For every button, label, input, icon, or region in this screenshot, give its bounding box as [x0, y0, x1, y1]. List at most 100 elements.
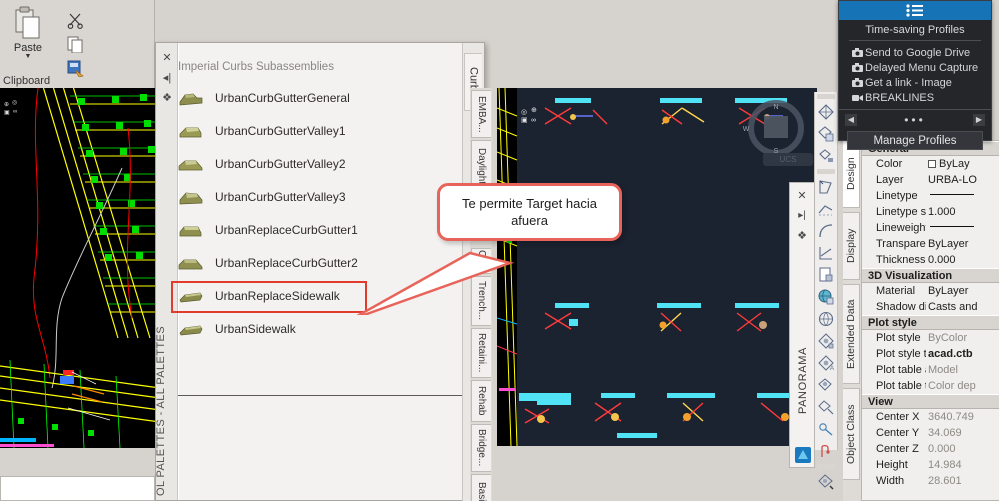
paste-icon [15, 6, 40, 39]
drawing-canvas-left[interactable]: ⊕ ◎ ▣ ∞ [0, 88, 160, 448]
surface-properties-icon[interactable] [815, 123, 837, 145]
corridor-icon[interactable] [815, 330, 837, 352]
list-item-label: UrbanCurbGutterValley2 [215, 156, 346, 171]
tab-extended-data[interactable]: Extended Data [843, 284, 860, 384]
curve-icon[interactable] [815, 220, 837, 242]
profiles-menu-titlebar[interactable] [839, 1, 991, 20]
prev-page-button[interactable]: ◀ [845, 113, 857, 126]
property-value[interactable]: Casts and [926, 301, 999, 313]
property-value[interactable]: 1.000 [926, 206, 999, 218]
property-row[interactable]: Plot style table acad.ctb [862, 346, 999, 362]
property-value[interactable]: ByLayer [926, 238, 999, 250]
toolbar-separator [817, 94, 835, 99]
subassembly-edit-icon[interactable] [815, 396, 837, 418]
time-saving-profiles-menu: Time-saving Profiles Send to Google Driv… [838, 0, 992, 150]
property-row[interactable]: Color ByLay [862, 156, 999, 172]
paste-dropdown-caret[interactable]: ▼ [25, 53, 32, 60]
subassembly-curb-gutter-general-icon [178, 89, 204, 107]
menu-item-send-to-google-drive[interactable]: Send to Google Drive [839, 45, 991, 60]
property-value-lineweight[interactable] [926, 222, 999, 234]
property-row[interactable]: Shadow display Casts and [862, 299, 999, 315]
color-swatch [928, 160, 936, 168]
property-key: Transparency [876, 238, 926, 250]
list-item[interactable]: UrbanSidewalk [170, 312, 476, 345]
section-header-plot-style: Plot style [862, 315, 999, 330]
property-row[interactable]: Width 28.601 [862, 473, 999, 489]
tab-display[interactable]: Display [843, 212, 860, 280]
tab-embankment[interactable]: EMBA... [471, 90, 491, 138]
pipe-network-icon[interactable] [815, 418, 837, 440]
property-row[interactable]: Height 14.984 [862, 457, 999, 473]
geolocation-icon[interactable] [815, 308, 837, 330]
globe-map-icon[interactable] [815, 286, 837, 308]
property-row[interactable]: Center Z 0.000 [862, 441, 999, 457]
close-icon[interactable]: ✕ [791, 185, 813, 205]
property-value[interactable]: ByLay [926, 158, 999, 170]
import-file-icon[interactable] [815, 264, 837, 286]
list-item[interactable]: UrbanCurbGutterValley2 [170, 147, 476, 180]
list-item[interactable]: UrbanCurbGutterValley3 [170, 180, 476, 213]
property-row[interactable]: Thickness 0.000 [862, 252, 999, 268]
subassembly-icon[interactable] [815, 374, 837, 396]
profile-view-icon[interactable] [815, 242, 837, 264]
property-row[interactable]: Linetype [862, 188, 999, 204]
list-item-label: UrbanCurbGutterGeneral [215, 90, 350, 105]
property-row[interactable]: Plot table attac... Model [862, 362, 999, 378]
tab-design[interactable]: Design [843, 140, 860, 208]
section-view-icon[interactable] [815, 471, 837, 493]
alignment-icon[interactable] [815, 198, 837, 220]
paste-button[interactable]: Paste ▼ [2, 6, 54, 68]
cut-button[interactable] [58, 8, 92, 32]
toolbar-separator [817, 169, 835, 174]
property-row[interactable]: Material ByLayer [862, 283, 999, 299]
manage-profiles-button[interactable]: Manage Profiles [847, 131, 983, 150]
tab-object-class[interactable]: Object Class [843, 388, 860, 480]
property-row[interactable]: Plot style ByColor [862, 330, 999, 346]
list-item-label: UrbanReplaceSidewalk [215, 288, 340, 303]
panorama-properties-icon[interactable]: ❖ [791, 225, 813, 245]
paste-special-icon [67, 60, 84, 77]
property-row[interactable]: Plot table type Color dep [862, 378, 999, 394]
pressure-network-icon[interactable] [815, 440, 837, 462]
property-value[interactable]: URBA-LO [926, 174, 999, 186]
close-icon[interactable]: ✕ [156, 47, 178, 67]
property-value[interactable]: acad.ctb [926, 348, 999, 360]
property-row[interactable]: Center X 3640.749 [862, 409, 999, 425]
survey-figure-icon[interactable] [815, 493, 837, 501]
parcel-icon[interactable] [815, 176, 837, 198]
list-item-label: UrbanCurbGutterValley1 [215, 123, 346, 138]
lineweight-preview-icon [930, 226, 974, 227]
property-row[interactable]: Layer URBA-LO [862, 172, 999, 188]
property-row[interactable]: Transparency ByLayer [862, 236, 999, 252]
svg-text:▣: ▣ [4, 110, 10, 116]
tab-basic[interactable]: Basic [471, 474, 491, 501]
auto-hide-icon[interactable]: ▸| [791, 205, 813, 225]
list-item[interactable]: UrbanCurbGutterGeneral [170, 81, 476, 114]
tab-bridge[interactable]: Bridge... [471, 424, 491, 472]
camera-icon [849, 63, 865, 72]
property-value-linetype[interactable] [926, 190, 999, 202]
create-surface-icon[interactable] [815, 101, 837, 123]
assembly-icon[interactable]: A [815, 352, 837, 374]
ucs-indicator[interactable]: UCS [763, 153, 813, 166]
list-item[interactable]: UrbanCurbGutterValley1 [170, 114, 476, 147]
civil-toolbar: A [814, 92, 838, 501]
menu-item-delayed-menu-capture[interactable]: Delayed Menu Capture [839, 60, 991, 75]
property-row[interactable]: Linetype scale 1.000 [862, 204, 999, 220]
view-cube[interactable]: N S W [740, 100, 812, 156]
menu-item-get-a-link-image[interactable]: Get a link - Image [839, 75, 991, 90]
video-camera-icon [849, 93, 865, 102]
menu-item-breaklines[interactable]: BREAKLINES [839, 90, 991, 105]
tab-rehab[interactable]: Rehab [471, 380, 491, 422]
property-value[interactable]: ByLayer [926, 285, 999, 297]
next-page-button[interactable]: ▶ [972, 113, 985, 126]
property-row[interactable]: Lineweight [862, 220, 999, 236]
page-dots[interactable]: ••• [904, 113, 926, 127]
property-row[interactable]: Center Y 34.069 [862, 425, 999, 441]
copy-button[interactable] [58, 32, 92, 56]
tab-retaining[interactable]: Retaini... [471, 328, 491, 378]
list-item-label: UrbanSidewalk [215, 321, 296, 336]
property-key: Center Z [876, 443, 919, 455]
surface-edit-icon[interactable] [815, 145, 837, 167]
property-value[interactable]: 0.000 [926, 254, 999, 266]
